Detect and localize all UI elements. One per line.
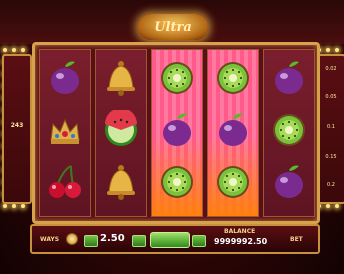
plum-icon xyxy=(157,110,197,150)
autoplay-button[interactable] xyxy=(192,235,206,247)
watermelon-icon xyxy=(101,108,141,150)
ways-panel: 243 xyxy=(2,54,32,204)
bet-level-5[interactable]: 0.2 xyxy=(318,182,344,188)
cherry-icon xyxy=(45,162,85,202)
bell-icon xyxy=(101,162,141,202)
plum-icon xyxy=(269,58,309,98)
kiwi-icon xyxy=(213,162,253,202)
reel-frame xyxy=(32,42,320,224)
marquee-light xyxy=(21,204,25,208)
marquee-light xyxy=(326,48,330,52)
reel-4 xyxy=(207,49,259,217)
bet-increase-button[interactable] xyxy=(132,235,146,247)
bet-label: BET xyxy=(290,236,303,243)
kiwi-icon xyxy=(157,162,197,202)
kiwi-icon xyxy=(213,58,253,98)
crown-icon xyxy=(45,110,85,150)
marquee-light xyxy=(12,48,16,52)
spin-button[interactable] xyxy=(150,232,190,248)
bet-level-3[interactable]: 0.1 xyxy=(318,124,344,130)
bet-decrease-button[interactable] xyxy=(84,235,98,247)
marquee-light xyxy=(21,48,25,52)
marquee-light xyxy=(3,48,7,52)
bet-level-4[interactable]: 0.15 xyxy=(318,154,344,160)
marquee-light xyxy=(326,204,330,208)
marquee-light xyxy=(3,204,7,208)
ways-label: WAYS xyxy=(40,236,60,243)
game-logo: Ultra xyxy=(138,14,208,40)
total-bet-value: 2.50 xyxy=(100,233,125,244)
bet-level-2[interactable]: 0.05 xyxy=(318,94,344,100)
plum-icon xyxy=(45,58,85,98)
marquee-light xyxy=(335,204,339,208)
reel-2 xyxy=(95,49,147,217)
balance-label: BALANCE xyxy=(224,228,256,235)
bet-level-1[interactable]: 0.02 xyxy=(318,66,344,72)
top-bar: Ultra xyxy=(0,0,344,44)
slot-machine: Ultra 243 0.02 0.05 0.1 0.15 0.2 WAYS 2.… xyxy=(0,0,344,274)
kiwi-icon xyxy=(269,110,309,150)
marquee-light xyxy=(335,48,339,52)
kiwi-icon xyxy=(157,58,197,98)
plum-icon xyxy=(213,110,253,150)
bell-icon xyxy=(101,58,141,98)
logo-text: Ultra xyxy=(154,19,192,35)
ways-count: 243 xyxy=(10,122,24,129)
reel-1 xyxy=(39,49,91,217)
bet-level-panel: 0.02 0.05 0.1 0.15 0.2 xyxy=(316,54,344,204)
reel-3 xyxy=(151,49,203,217)
control-bar: WAYS 2.50 BALANCE 9999992.50 BET xyxy=(30,224,320,254)
reel-5 xyxy=(263,49,315,217)
coin-icon[interactable] xyxy=(66,233,78,245)
balance-value: 9999992.50 xyxy=(214,237,268,246)
marquee-light xyxy=(12,204,16,208)
plum-icon xyxy=(269,162,309,202)
